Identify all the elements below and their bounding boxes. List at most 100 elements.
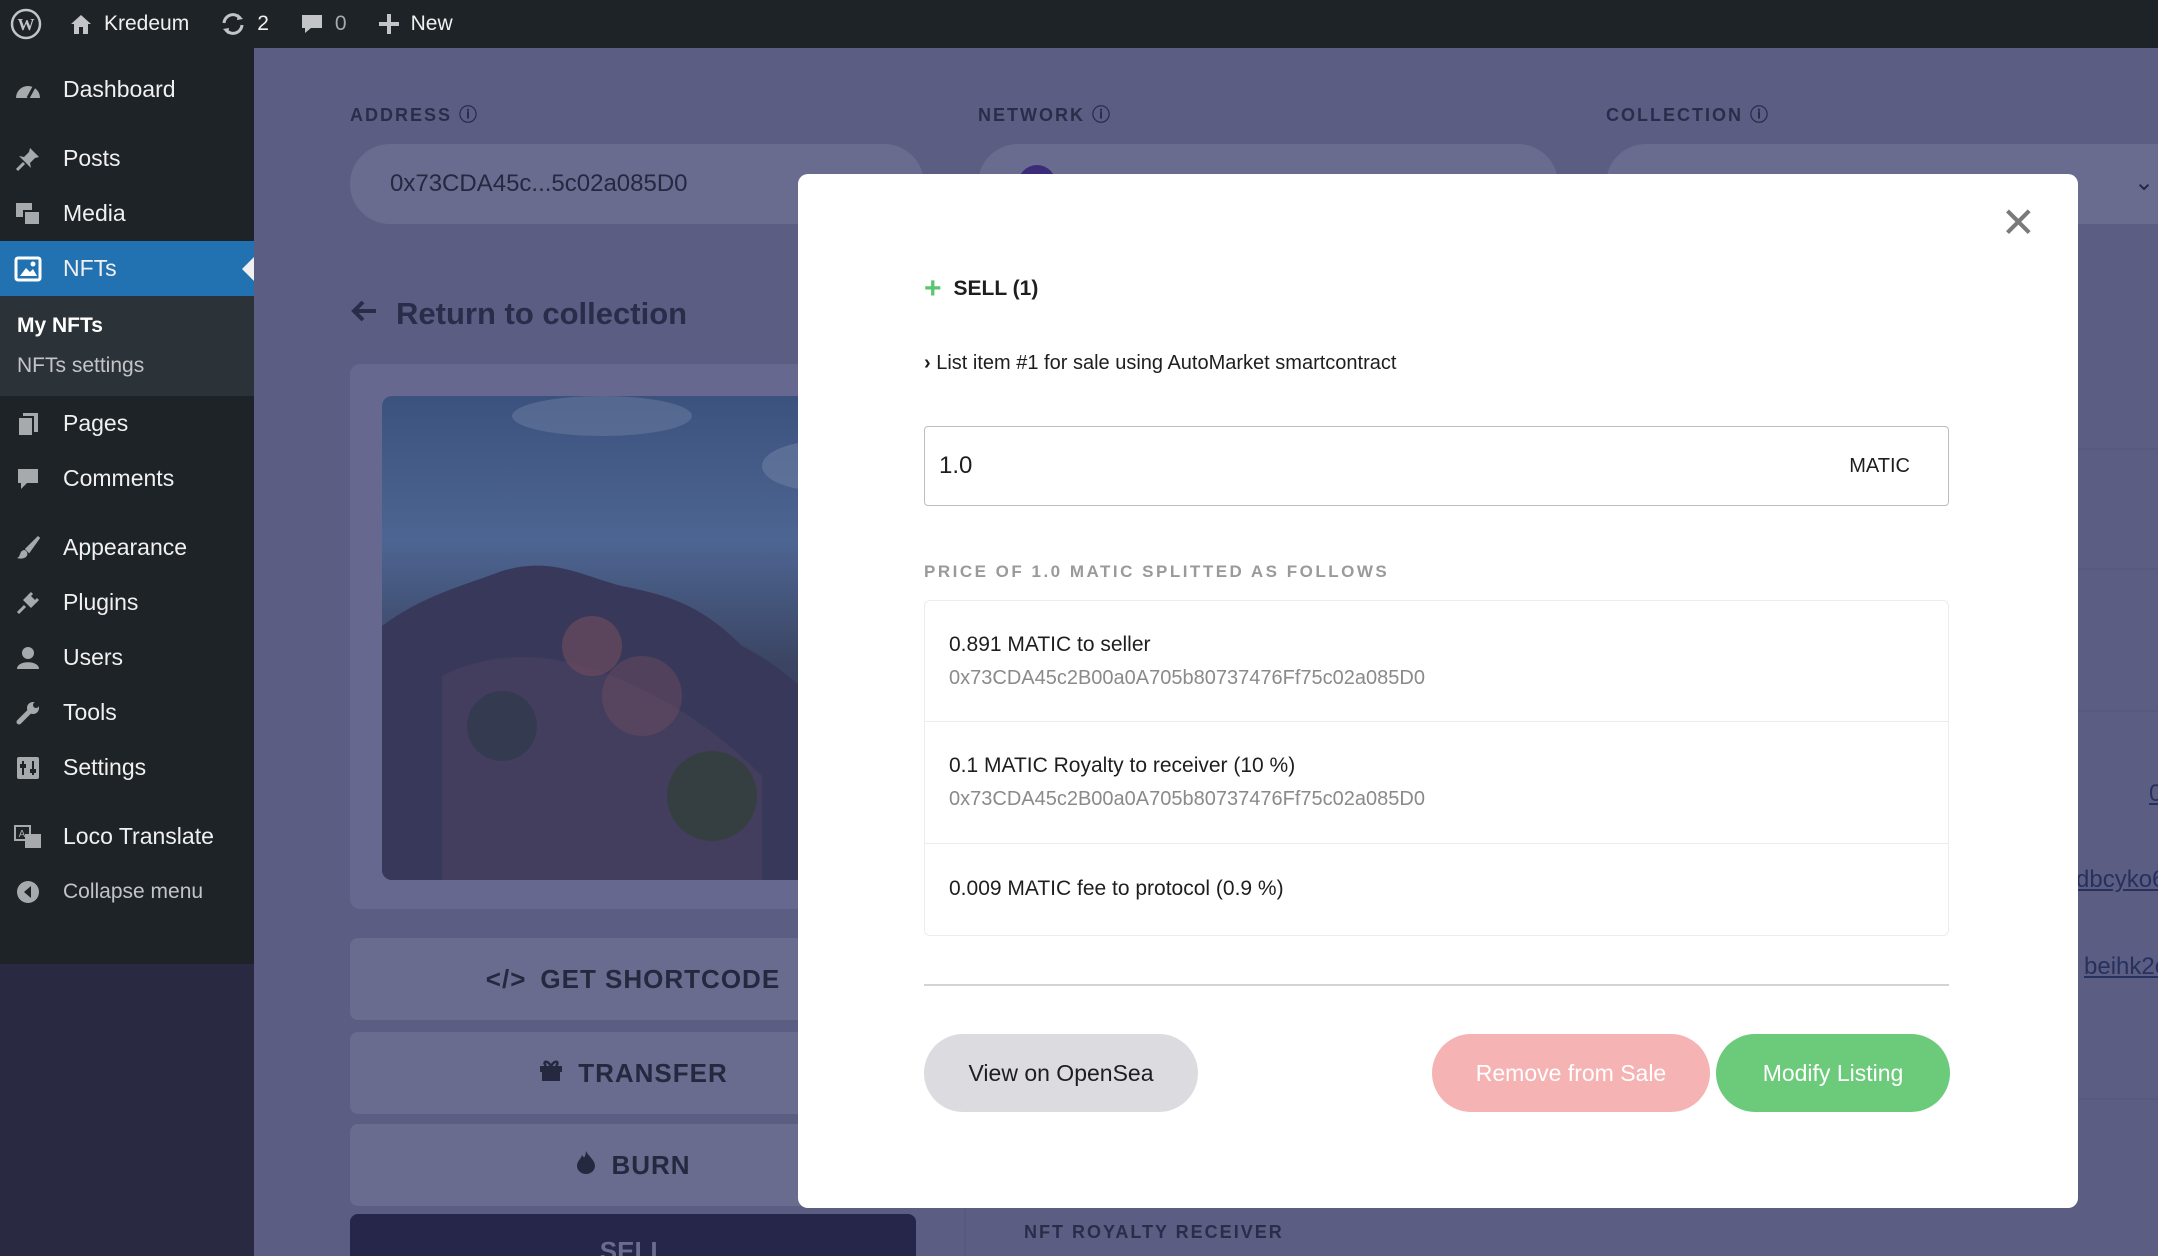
collapse-menu-button[interactable]: Collapse menu xyxy=(0,864,254,919)
info-icon: ⓘ xyxy=(459,105,480,125)
updates-icon xyxy=(219,10,247,38)
dashboard-icon xyxy=(12,76,44,104)
list-item: 0.1 MATIC Royalty to receiver (10 %) 0x7… xyxy=(925,722,1948,844)
sell-title: SELL (1) xyxy=(953,277,1039,300)
list-item: 0.891 MATIC to seller 0x73CDA45c2B00a0A7… xyxy=(925,601,1948,722)
plug-icon xyxy=(12,589,44,617)
sidebar-item-media[interactable]: Media xyxy=(0,186,254,241)
sidebar-item-label: Users xyxy=(63,644,124,670)
comment-bubble-icon xyxy=(299,11,325,37)
admin-bar: W Kredeum 2 0 New xyxy=(0,0,2158,48)
address-label: ADDRESS ⓘ xyxy=(350,105,480,125)
address-value: 0x73CDA45c...5c02a085D0 xyxy=(390,170,688,197)
comments-link[interactable]: 0 xyxy=(299,0,347,48)
sidebar-item-label: Media xyxy=(63,200,126,226)
get-shortcode-label: GET SHORTCODE xyxy=(540,963,781,994)
updates-link[interactable]: 2 xyxy=(219,0,269,48)
admin-menu: Dashboard Posts Media NFTs My NFTs NFTs … xyxy=(0,48,254,964)
plus-icon xyxy=(377,12,401,36)
collection-label: COLLECTION ⓘ xyxy=(1606,105,1771,125)
price-split-list: 0.891 MATIC to seller 0x73CDA45c2B00a0A7… xyxy=(924,600,1949,936)
comments-count: 0 xyxy=(334,12,347,35)
chevron-right-icon: › xyxy=(924,352,931,374)
user-icon xyxy=(12,644,44,672)
new-content-link[interactable]: New xyxy=(377,0,453,48)
sidebar-item-label: Collapse menu xyxy=(63,879,204,903)
sidebar-item-label: Tools xyxy=(63,699,117,725)
network-label: NETWORK ⓘ xyxy=(978,105,1113,125)
right-link-fragment[interactable]: 0 xyxy=(2149,780,2158,808)
pages-icon xyxy=(12,410,44,438)
wrench-icon xyxy=(12,699,44,727)
view-on-opensea-button[interactable]: View on OpenSea xyxy=(924,1034,1198,1112)
media-icon xyxy=(12,200,44,228)
home-icon xyxy=(68,11,94,37)
sidebar-item-label: Pages xyxy=(63,410,129,436)
site-name-link[interactable]: Kredeum xyxy=(68,0,189,48)
sidebar-item-plugins[interactable]: Plugins xyxy=(0,575,254,630)
sidebar-item-label: Loco Translate xyxy=(63,823,214,849)
royalty-receiver-label: NFT ROYALTY RECEIVER xyxy=(1024,1222,1284,1242)
return-to-collection-link[interactable]: Return to collection xyxy=(350,296,687,332)
settings-icon xyxy=(12,754,44,782)
wordpress-logo-icon[interactable]: W xyxy=(10,0,42,48)
sell-header: + SELL (1) xyxy=(924,272,1038,306)
image-icon xyxy=(12,255,44,283)
brush-icon xyxy=(12,534,44,562)
sidebar-item-label: NFTs xyxy=(63,255,117,281)
pin-icon xyxy=(12,145,44,173)
currency-label: MATIC xyxy=(1849,454,1910,477)
sidebar-item-loco-translate[interactable]: A Loco Translate xyxy=(0,809,254,864)
price-value: 1.0 xyxy=(939,452,973,479)
chevron-down-icon[interactable]: ⌄ xyxy=(2134,168,2154,197)
price-input[interactable]: 1.0 MATIC xyxy=(924,426,1949,506)
split-text: 0.009 MATIC fee to protocol (0.9 %) xyxy=(949,877,1284,900)
right-link-fragment[interactable]: beihk2e xyxy=(2084,953,2158,981)
gift-icon xyxy=(538,1058,564,1089)
sidebar-item-label: Settings xyxy=(63,754,147,780)
remove-from-sale-button[interactable]: Remove from Sale xyxy=(1432,1034,1710,1112)
sidebar-item-tools[interactable]: Tools xyxy=(0,685,254,740)
sell-modal: ✕ + SELL (1) › List item #1 for sale usi… xyxy=(798,174,2078,1208)
transfer-label: TRANSFER xyxy=(578,1057,728,1088)
split-address: 0x73CDA45c2B00a0A705b80737476Ff75c02a085… xyxy=(949,788,1425,810)
arrow-left-icon xyxy=(350,296,378,332)
split-label: PRICE OF 1.0 MATIC SPLITTED AS FOLLOWS xyxy=(924,562,1390,581)
site-name: Kredeum xyxy=(104,12,190,35)
svg-text:A: A xyxy=(19,829,26,840)
sidebar-item-posts[interactable]: Posts xyxy=(0,131,254,186)
nfts-submenu: My NFTs NFTs settings xyxy=(0,296,254,396)
right-link-fragment[interactable]: dbcyko6 xyxy=(2076,866,2158,894)
code-icon: </> xyxy=(485,963,527,994)
collapse-icon xyxy=(12,878,44,906)
close-icon[interactable]: ✕ xyxy=(2001,202,2036,244)
return-label: Return to collection xyxy=(396,296,688,331)
sidebar-item-comments[interactable]: Comments xyxy=(0,451,254,506)
submenu-nfts-settings[interactable]: NFTs settings xyxy=(0,346,254,386)
sidebar-item-pages[interactable]: Pages xyxy=(0,396,254,451)
sidebar-item-label: Comments xyxy=(63,465,175,491)
sidebar-item-appearance[interactable]: Appearance xyxy=(0,520,254,575)
sidebar-item-nfts[interactable]: NFTs xyxy=(0,241,254,296)
new-label: New xyxy=(410,12,453,35)
sell-button[interactable]: SELL xyxy=(350,1214,916,1256)
flame-icon xyxy=(575,1149,597,1182)
svg-text:W: W xyxy=(18,15,35,34)
sidebar-item-dashboard[interactable]: Dashboard xyxy=(0,62,254,117)
split-text: 0.1 MATIC Royalty to receiver (10 %) xyxy=(949,754,1296,777)
plus-icon: + xyxy=(924,272,942,305)
sidebar-item-label: Dashboard xyxy=(63,76,176,102)
info-icon: ⓘ xyxy=(1092,105,1113,125)
modify-listing-button[interactable]: Modify Listing xyxy=(1716,1034,1950,1112)
sidebar-item-settings[interactable]: Settings xyxy=(0,740,254,795)
sidebar-item-label: Posts xyxy=(63,145,121,171)
comment-icon xyxy=(12,465,44,493)
list-item: 0.009 MATIC fee to protocol (0.9 %) xyxy=(925,844,1948,934)
submenu-my-nfts[interactable]: My NFTs xyxy=(0,306,254,346)
description-text: List item #1 for sale using AutoMarket s… xyxy=(936,352,1397,374)
sidebar-item-label: Appearance xyxy=(63,534,188,560)
translate-icon: A xyxy=(12,823,44,851)
split-address: 0x73CDA45c2B00a0A705b80737476Ff75c02a085… xyxy=(949,666,1425,689)
sidebar-item-users[interactable]: Users xyxy=(0,630,254,685)
sell-description: › List item #1 for sale using AutoMarket… xyxy=(924,352,1396,375)
